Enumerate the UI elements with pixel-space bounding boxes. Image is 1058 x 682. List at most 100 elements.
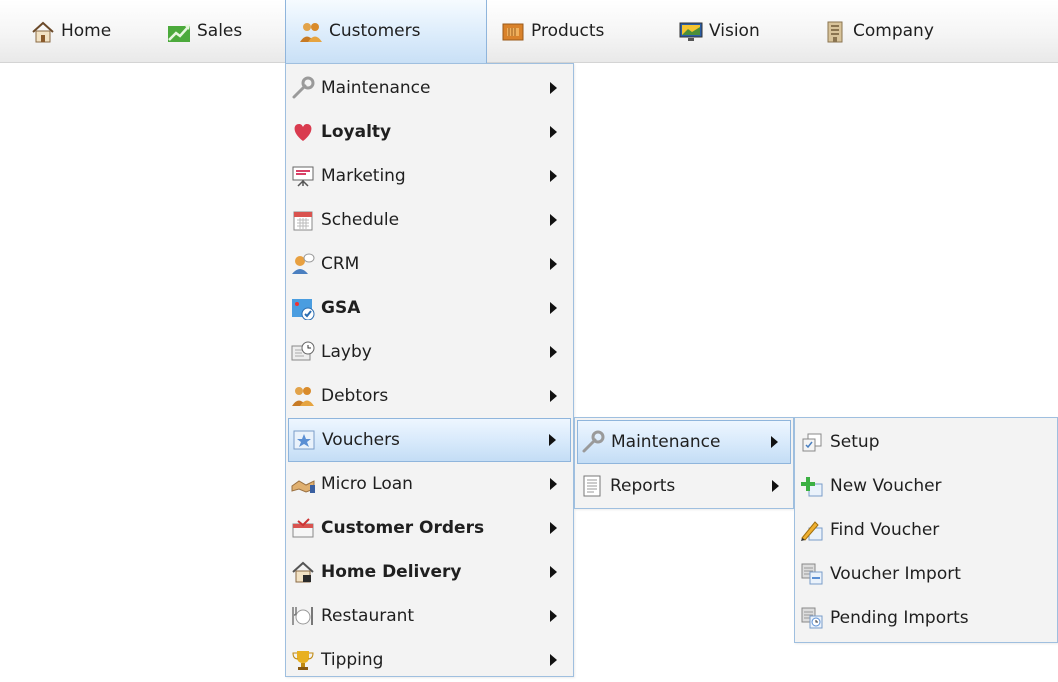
voucher-import-icon (799, 562, 825, 586)
customers-menu-crm[interactable]: CRM (288, 242, 571, 286)
vouchers-menu-reports-label: Reports (610, 475, 676, 496)
customers-menu-layby[interactable]: Layby (288, 330, 571, 374)
debtors-people-icon (290, 384, 316, 408)
customers-menu-loyalty-label: Loyalty (321, 121, 392, 142)
products-box-icon (500, 20, 526, 44)
company-building-icon (822, 20, 848, 44)
customers-menu-vouchers[interactable]: Vouchers (288, 418, 571, 462)
vouchers-menu-maintenance[interactable]: Maintenance (577, 420, 791, 464)
customers-menu-maintenance-label: Maintenance (321, 77, 431, 98)
customers-menu-gsa-label: GSA (321, 297, 361, 318)
customers-menu-loyalty[interactable]: Loyalty (288, 110, 571, 154)
submenu-arrow-icon (550, 566, 557, 578)
customers-menu-debtors-label: Debtors (321, 385, 389, 406)
maintenance-menu-voucher-import-label: Voucher Import (830, 563, 961, 584)
submenu-arrow-icon (772, 480, 779, 492)
submenu-arrow-icon (771, 436, 778, 448)
submenu-arrow-icon (549, 434, 556, 446)
customers-menu-home-delivery-label: Home Delivery (321, 561, 462, 582)
vouchers-submenu: Maintenance Reports (574, 417, 794, 509)
menu-vision[interactable]: Vision (666, 0, 760, 63)
new-voucher-plus-icon (799, 474, 825, 498)
menu-company[interactable]: Company (810, 0, 934, 63)
voucher-star-icon (291, 428, 317, 452)
customers-menu-restaurant[interactable]: Restaurant (288, 594, 571, 638)
menu-sales[interactable]: Sales (154, 0, 242, 63)
submenu-arrow-icon (550, 258, 557, 270)
submenu-arrow-icon (550, 478, 557, 490)
presentation-board-icon (290, 164, 316, 188)
customers-menu-restaurant-label: Restaurant (321, 605, 415, 626)
sales-chart-icon (166, 20, 192, 44)
main-menu-bar: Home Sales Customers Products Vision Com… (0, 0, 1058, 63)
menu-products-label: Products (531, 21, 605, 41)
submenu-arrow-icon (550, 170, 557, 182)
layby-clock-icon (290, 340, 316, 364)
restaurant-cutlery-icon (290, 604, 316, 628)
customers-menu-vouchers-label: Vouchers (322, 429, 400, 450)
find-voucher-pencil-icon (799, 518, 825, 542)
customers-menu-micro-loan-label: Micro Loan (321, 473, 413, 494)
customers-menu-debtors[interactable]: Debtors (288, 374, 571, 418)
trophy-icon (290, 648, 316, 672)
orders-cart-icon (290, 516, 316, 540)
customers-menu-schedule[interactable]: Schedule (288, 198, 571, 242)
submenu-arrow-icon (550, 522, 557, 534)
customers-menu-tipping-label: Tipping (321, 649, 384, 670)
customers-menu-customer-orders[interactable]: Customer Orders (288, 506, 571, 550)
customers-menu-schedule-label: Schedule (321, 209, 400, 230)
customers-menu-home-delivery[interactable]: Home Delivery (288, 550, 571, 594)
heart-icon (290, 120, 316, 144)
setup-icon (799, 430, 825, 454)
submenu-arrow-icon (550, 390, 557, 402)
submenu-arrow-icon (550, 346, 557, 358)
maintenance-menu-find-voucher-label: Find Voucher (830, 519, 940, 540)
gsa-check-icon (290, 296, 316, 320)
maintenance-menu-setup-label: Setup (830, 431, 880, 452)
menu-vision-label: Vision (709, 21, 760, 41)
maintenance-menu-pending-imports[interactable]: Pending Imports (797, 596, 1055, 640)
calendar-icon (290, 208, 316, 232)
submenu-arrow-icon (550, 214, 557, 226)
menu-company-label: Company (853, 21, 934, 41)
maintenance-menu-new-voucher[interactable]: New Voucher (797, 464, 1055, 508)
customers-menu-gsa[interactable]: GSA (288, 286, 571, 330)
wrench-icon (290, 76, 316, 100)
customers-menu-layby-label: Layby (321, 341, 372, 362)
submenu-arrow-icon (550, 82, 557, 94)
home-icon (30, 20, 56, 44)
menu-sales-label: Sales (197, 21, 243, 41)
handshake-icon (290, 472, 316, 496)
voucher-maintenance-submenu: Setup New Voucher Find Voucher Voucher I… (794, 417, 1058, 643)
submenu-arrow-icon (550, 302, 557, 314)
menu-home-label: Home (61, 21, 112, 41)
customers-menu-marketing[interactable]: Marketing (288, 154, 571, 198)
customers-menu-marketing-label: Marketing (321, 165, 406, 186)
menu-home[interactable]: Home (18, 0, 111, 63)
maintenance-menu-setup[interactable]: Setup (797, 420, 1055, 464)
wrench-icon (580, 430, 606, 454)
customers-menu-tipping[interactable]: Tipping (288, 638, 571, 682)
maintenance-menu-find-voucher[interactable]: Find Voucher (797, 508, 1055, 552)
customers-menu-customer-orders-label: Customer Orders (321, 517, 485, 538)
submenu-arrow-icon (550, 610, 557, 622)
vision-monitor-icon (678, 20, 704, 44)
maintenance-menu-new-voucher-label: New Voucher (830, 475, 942, 496)
menu-products[interactable]: Products (488, 0, 604, 63)
person-speech-icon (290, 252, 316, 276)
submenu-arrow-icon (550, 654, 557, 666)
customers-menu-maintenance[interactable]: Maintenance (288, 66, 571, 110)
customers-menu-micro-loan[interactable]: Micro Loan (288, 462, 571, 506)
customers-icon (298, 20, 324, 44)
menu-customers[interactable]: Customers (285, 0, 487, 63)
maintenance-menu-pending-imports-label: Pending Imports (830, 607, 969, 628)
submenu-arrow-icon (550, 126, 557, 138)
vouchers-menu-reports[interactable]: Reports (577, 464, 791, 508)
customers-menu-crm-label: CRM (321, 253, 360, 274)
home-delivery-icon (290, 560, 316, 584)
maintenance-menu-voucher-import[interactable]: Voucher Import (797, 552, 1055, 596)
pending-imports-icon (799, 606, 825, 630)
report-document-icon (579, 474, 605, 498)
menu-customers-label: Customers (329, 21, 421, 41)
vouchers-menu-maintenance-label: Maintenance (611, 431, 721, 452)
